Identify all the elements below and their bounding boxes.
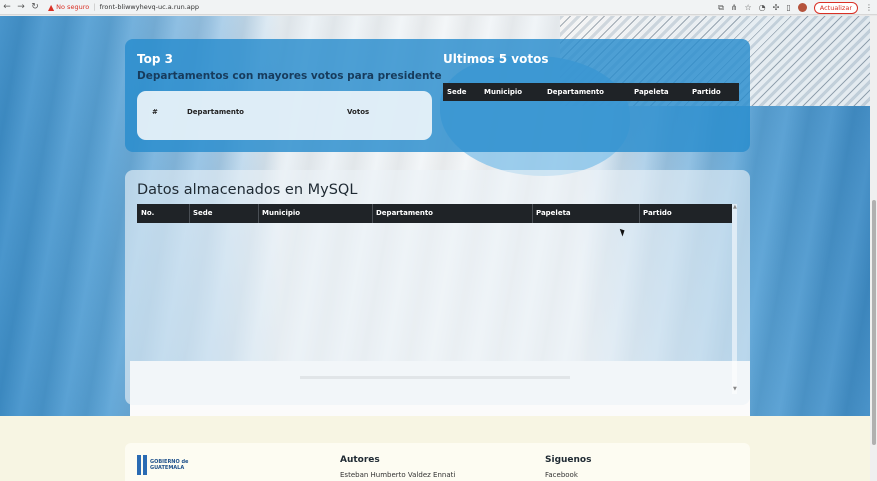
back-arrow-icon[interactable]: ← (0, 0, 14, 15)
mysql-header-no: No. (141, 209, 155, 217)
mysql-header-departamento: Departamento (376, 209, 433, 217)
scroll-down-arrow-icon[interactable]: ▼ (733, 386, 737, 392)
warning-icon[interactable]: ▲ (48, 3, 54, 12)
translate-icon[interactable]: ⧉ (718, 3, 724, 13)
address-separator: | (93, 3, 96, 11)
menu-dots-icon[interactable]: ⋮ (865, 3, 873, 12)
author-name: Esteban Humberto Valdez Ennati (340, 471, 456, 479)
column-separator (532, 204, 533, 223)
star-icon[interactable]: ☆ (744, 3, 751, 12)
mysql-header-municipio: Municipio (262, 209, 301, 217)
mysql-header-partido: Partido (643, 209, 672, 217)
puzzle-icon[interactable]: ✣ (773, 3, 780, 12)
top3-header-rank: # (152, 108, 158, 116)
logo-line2: GUATEMALA (150, 465, 185, 471)
last5-header-departamento: Departamento (547, 88, 604, 96)
top3-header-votes: Votos (347, 108, 370, 116)
page-footer: GOBIERNO de GUATEMALA Autores Esteban Hu… (0, 416, 877, 481)
last5-header-sede: Sede (447, 88, 467, 96)
gobierno-logo: GOBIERNO de GUATEMALA (137, 455, 188, 475)
facebook-link[interactable]: Facebook (545, 471, 578, 479)
column-separator (372, 204, 373, 223)
update-button[interactable]: Actualizar (813, 1, 858, 14)
mysql-title: Datos almacenados en MySQL (137, 182, 358, 198)
column-separator (258, 204, 259, 223)
mysql-header-papeleta: Papeleta (536, 209, 571, 217)
page-scrollbar-thumb[interactable] (872, 200, 876, 445)
authors-title: Autores (340, 455, 380, 465)
last5-header-papeleta: Papeleta (634, 88, 669, 96)
address-bar[interactable]: ▲ No seguro | front-bliwwyhevq-uc.a.run.… (48, 2, 199, 13)
mysql-header-sede: Sede (193, 209, 213, 217)
extension-icon[interactable]: ◔ (759, 3, 766, 12)
last5-header-municipio: Municipio (484, 88, 523, 96)
footer-card: GOBIERNO de GUATEMALA Autores Esteban Hu… (125, 443, 750, 481)
security-status[interactable]: No seguro (56, 3, 89, 11)
top3-table: # Departamento Votos (137, 91, 432, 140)
profile-avatar[interactable] (797, 3, 807, 12)
browser-toolbar: ← → ↻ ▲ No seguro | front-bliwwyhevq-uc.… (0, 0, 877, 15)
url-text[interactable]: front-bliwwyhevq-uc.a.run.app (100, 3, 199, 11)
mysql-data-card: Datos almacenados en MySQL No. Sede Muni… (125, 170, 750, 405)
reload-icon[interactable]: ↻ (28, 0, 42, 15)
share-icon[interactable]: ⋔ (731, 3, 738, 12)
column-separator (639, 204, 640, 223)
sidebar-icon[interactable]: ▯ (786, 3, 790, 12)
follow-title: Siguenos (545, 455, 592, 465)
browser-actions: ⧉ ⋔ ☆ ◔ ✣ ▯ Actualizar ⋮ (718, 1, 873, 14)
mysql-table-scrollbar[interactable] (732, 204, 737, 394)
forward-arrow-icon[interactable]: → (14, 0, 28, 15)
top3-header-department: Departamento (187, 108, 244, 116)
column-separator (189, 204, 190, 223)
top3-subtitle: Departamentos con mayores votos para pre… (137, 70, 442, 82)
last5-title: Ultimos 5 votos (443, 52, 549, 66)
logo-bars-icon (137, 455, 147, 475)
top3-title: Top 3 (137, 52, 173, 66)
scroll-up-arrow-icon[interactable]: ▲ (733, 204, 737, 210)
mysql-table-header: No. Sede Municipio Departamento Papeleta… (137, 204, 732, 223)
last5-table-header: Sede Municipio Departamento Papeleta Par… (443, 83, 739, 101)
last5-header-partido: Partido (692, 88, 721, 96)
top-stats-card: Top 3 Departamentos con mayores votos pa… (125, 39, 750, 152)
